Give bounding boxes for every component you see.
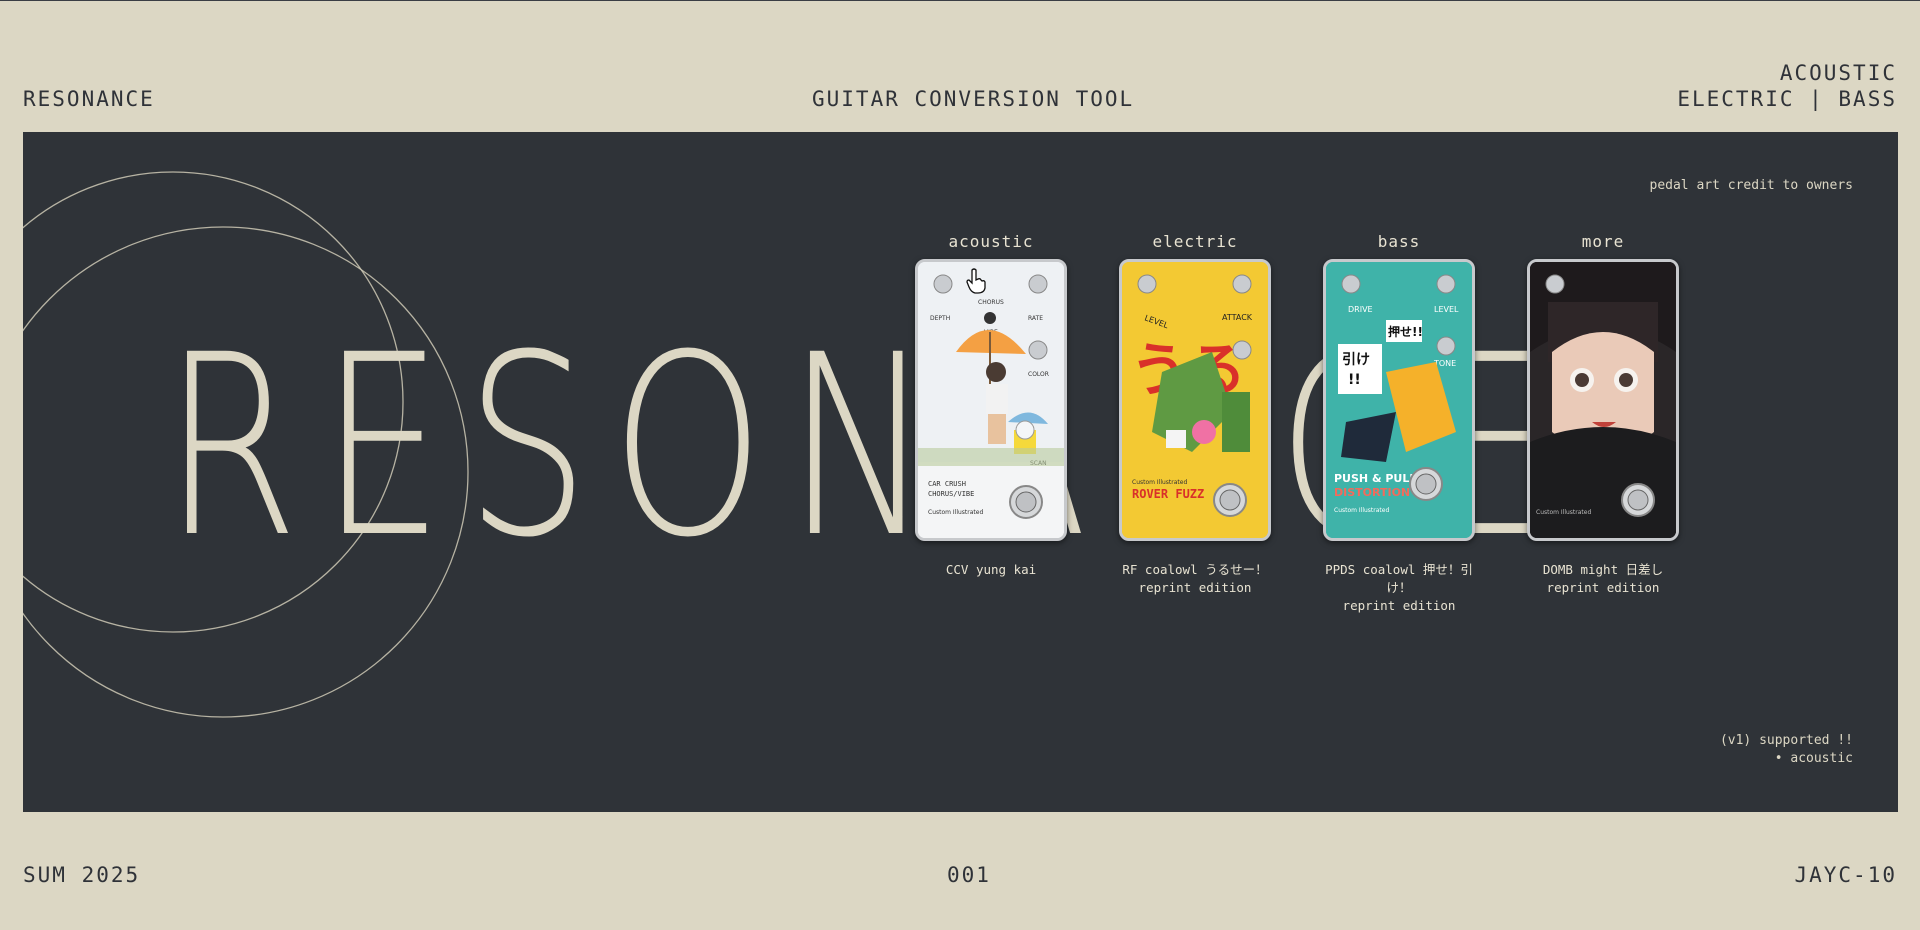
- footer-season: SUM 2025: [23, 863, 141, 887]
- pedal-name-line2: reprint edition: [1138, 580, 1252, 595]
- pedal-name-line1: PPDS coalowl 押せ！引け！: [1325, 562, 1473, 595]
- mode-link-acoustic[interactable]: ACOUSTIC: [1677, 60, 1897, 86]
- pedal-name[interactable]: PPDS coalowl 押せ！引け！ reprint edition: [1319, 561, 1479, 615]
- svg-text:PUSH & PULL: PUSH & PULL: [1334, 472, 1416, 485]
- brand-title[interactable]: RESONANCE: [23, 86, 155, 112]
- footer-issue: 001: [947, 863, 991, 887]
- svg-text:Custom Illustrated: Custom Illustrated: [928, 509, 983, 516]
- support-note: (v1) supported !! acoustic: [1720, 732, 1853, 768]
- svg-text:DEPTH: DEPTH: [930, 315, 950, 322]
- support-heading: (v1) supported !!: [1719, 733, 1853, 748]
- pedal-image-electric[interactable]: LEVEL ATTACK うる Custom Illustrated ROVER…: [1119, 259, 1271, 541]
- mode-links: ACOUSTIC ELECTRIC | BASS: [1677, 60, 1897, 112]
- art-credit: pedal art credit to owners: [1649, 178, 1854, 193]
- pedal-name-line2: reprint edition: [1546, 580, 1660, 595]
- pedal-image-bass[interactable]: DRIVE LEVEL TONE 押せ!! 引け !! PUSH & PULL …: [1323, 259, 1475, 541]
- svg-text:CHORUS: CHORUS: [978, 299, 1004, 306]
- svg-text:COLOR: COLOR: [1028, 371, 1049, 378]
- svg-text:!!: !!: [1348, 372, 1361, 388]
- pedal-name[interactable]: CCV yung kai: [911, 561, 1071, 579]
- pedal-card-bass[interactable]: bass DRIVE LEVEL TONE 押せ!! 引け !! PUSH & …: [1319, 232, 1479, 615]
- tool-title: GUITAR CONVERSION TOOL: [812, 87, 1135, 111]
- svg-text:DRIVE: DRIVE: [1348, 305, 1373, 314]
- svg-text:RATE: RATE: [1028, 315, 1043, 322]
- svg-text:Custom Illustrated: Custom Illustrated: [1536, 509, 1591, 516]
- support-list: acoustic: [1720, 750, 1853, 768]
- pedal-name[interactable]: DOMB might 日差し reprint edition: [1523, 561, 1683, 597]
- svg-text:LEVEL: LEVEL: [1434, 305, 1459, 314]
- svg-text:ROVER FUZZ: ROVER FUZZ: [1132, 487, 1204, 501]
- svg-text:押せ!!: 押せ!!: [1388, 324, 1423, 339]
- pedal-card-electric[interactable]: electric LEVEL ATTACK うる Custom Illustra…: [1115, 232, 1275, 597]
- pedal-name-line2: reprint edition: [1342, 598, 1456, 613]
- footer-author: JAYC-10: [1794, 863, 1897, 887]
- pedal-category-label[interactable]: acoustic: [911, 232, 1071, 251]
- svg-text:DISTORTION: DISTORTION: [1334, 486, 1410, 499]
- pedal-card-acoustic[interactable]: acoustic DEPTH CHORUS VIBE RATE COLOR SC…: [911, 232, 1071, 579]
- svg-text:Custom Illustrated: Custom Illustrated: [1132, 479, 1187, 486]
- svg-text:CAR CRUSH: CAR CRUSH: [928, 480, 966, 488]
- pedal-card-more[interactable]: more Custom Illustrated DOMB might 日差し r…: [1523, 232, 1683, 597]
- top-rule: [0, 0, 1920, 1]
- svg-text:ATTACK: ATTACK: [1222, 313, 1253, 322]
- support-item: acoustic: [1720, 750, 1853, 768]
- pedal-name-line1: RF coalowl うるせー！: [1122, 562, 1268, 577]
- svg-text:Custom Illustrated: Custom Illustrated: [1334, 507, 1389, 514]
- mode-link-electric-bass[interactable]: ELECTRIC | BASS: [1677, 86, 1897, 112]
- svg-text:引け: 引け: [1342, 352, 1370, 368]
- pedal-category-label[interactable]: more: [1523, 232, 1683, 251]
- pedal-name-line1: CCV yung kai: [945, 562, 1037, 577]
- pedal-image-acoustic[interactable]: DEPTH CHORUS VIBE RATE COLOR SCAN CAR CR…: [915, 259, 1067, 541]
- hand-pointer-icon: [966, 268, 986, 294]
- hero-panel: RESONANCE pedal art credit to owners aco…: [23, 132, 1898, 812]
- pedal-name-line1: DOMB might 日差し: [1542, 562, 1664, 577]
- pedal-name[interactable]: RF coalowl うるせー！ reprint edition: [1115, 561, 1275, 597]
- pedal-category-label[interactable]: bass: [1319, 232, 1479, 251]
- pedal-category-label[interactable]: electric: [1115, 232, 1275, 251]
- pedal-image-more[interactable]: Custom Illustrated: [1527, 259, 1679, 541]
- svg-text:CHORUS/VIBE: CHORUS/VIBE: [928, 490, 974, 498]
